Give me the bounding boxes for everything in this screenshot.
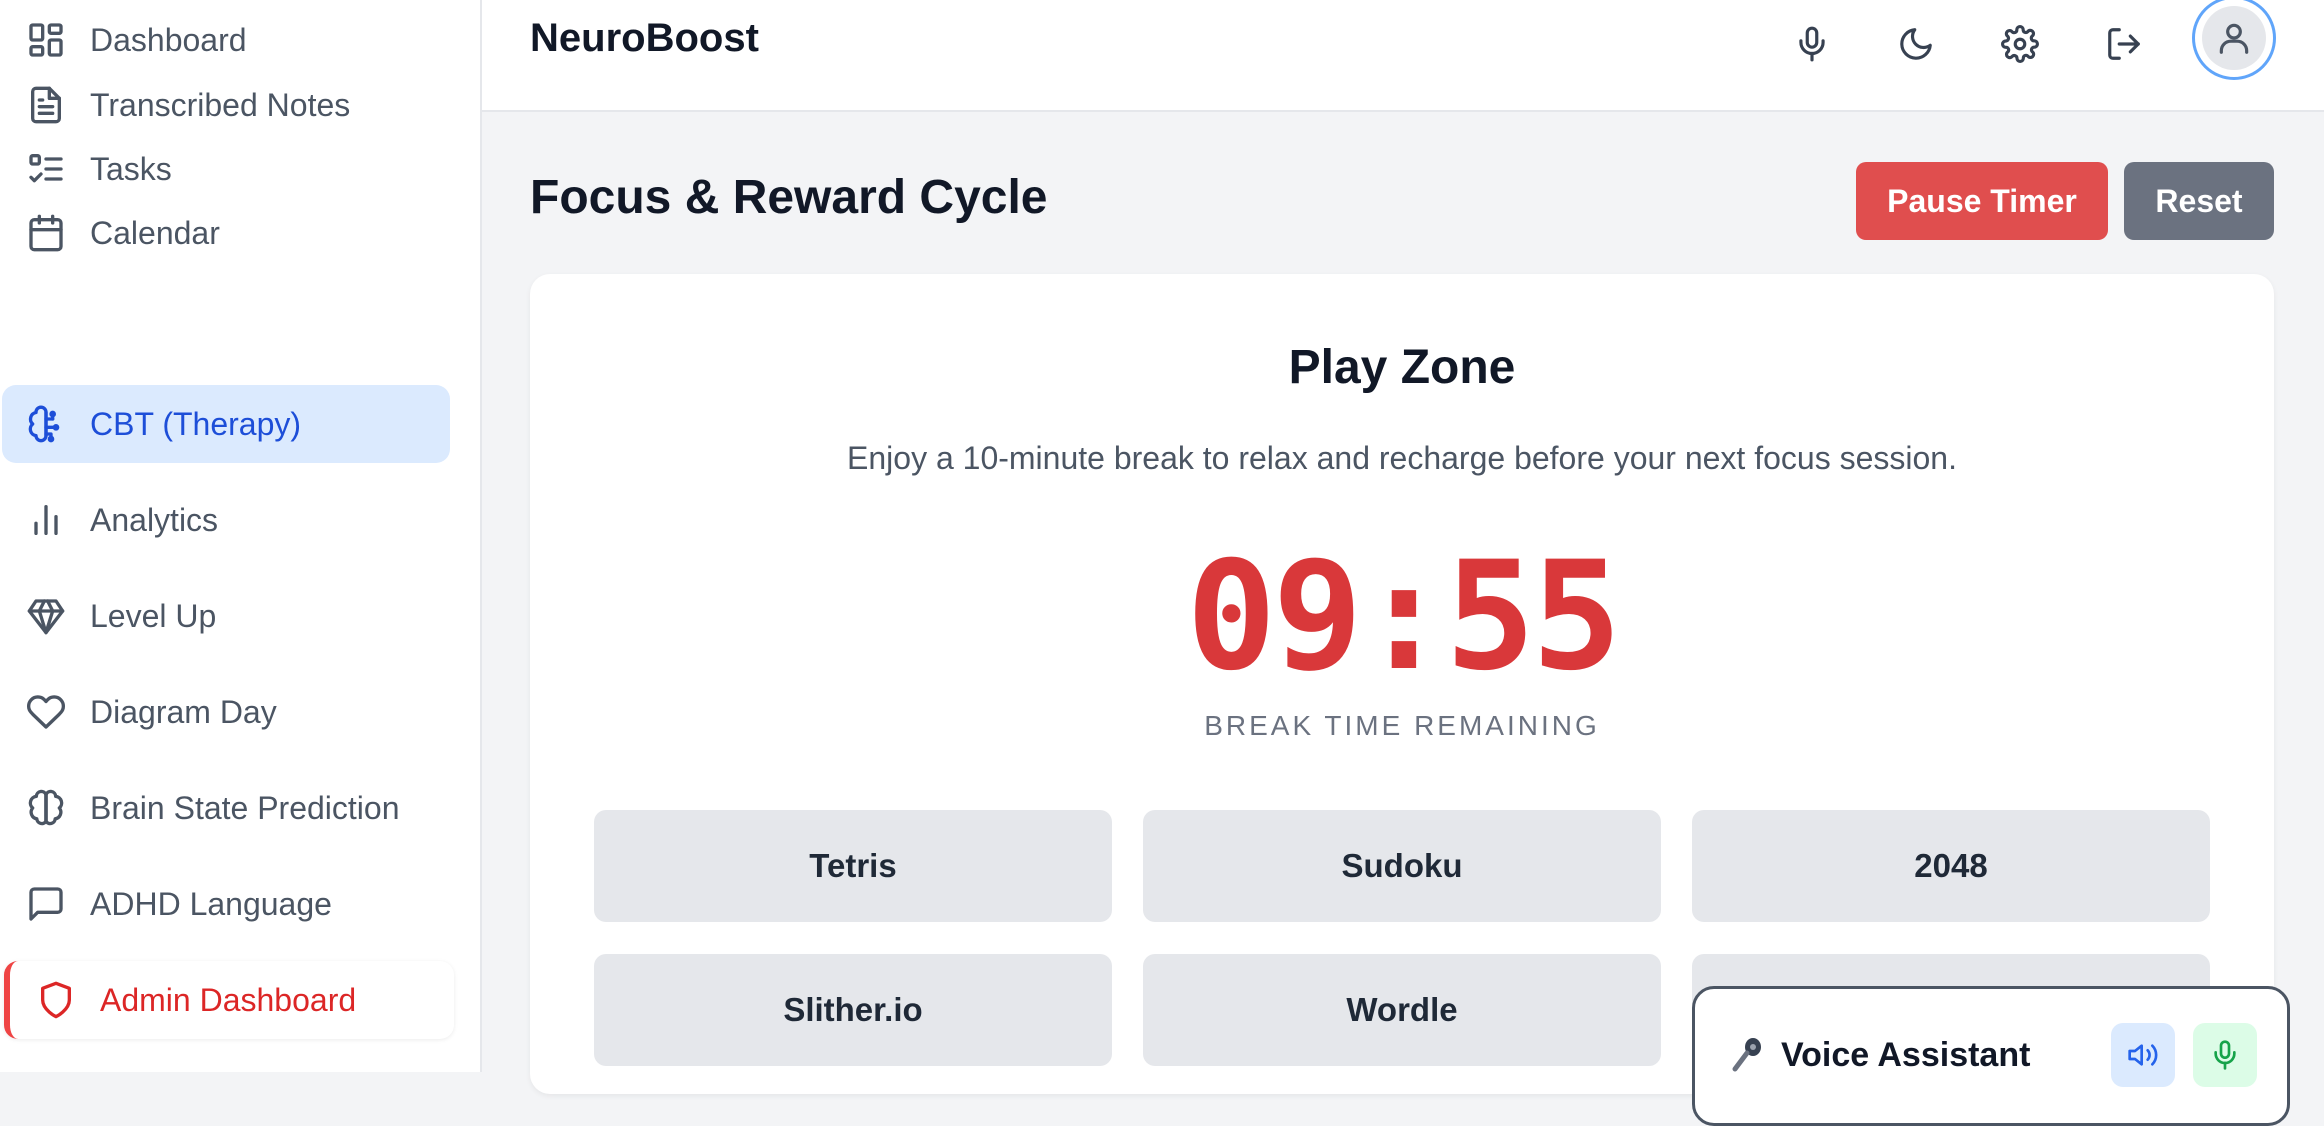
logout-icon: [2105, 25, 2143, 63]
avatar: [2202, 6, 2266, 70]
voice-assistant-title: Voice Assistant: [1781, 1035, 2031, 1074]
sidebar-item-calendar[interactable]: Calendar: [2, 194, 450, 272]
sidebar-item-level-up[interactable]: Level Up: [2, 577, 450, 655]
sidebar-item-label: Diagram Day: [90, 693, 277, 730]
break-timer: 09:55: [1186, 530, 1622, 704]
app-brand: NeuroBoost: [530, 16, 759, 60]
reset-button[interactable]: Reset: [2124, 162, 2274, 240]
microphone-button[interactable]: [1780, 12, 1844, 76]
voice-assistant-header: Voice Assistant: [1727, 1035, 2030, 1075]
brain-icon: [26, 788, 66, 828]
logout-button[interactable]: [2092, 12, 2156, 76]
top-header: NeuroBoost: [482, 0, 2324, 112]
sidebar-item-label: Level Up: [90, 597, 217, 634]
dashboard-icon: [26, 20, 66, 60]
heart-icon: [26, 692, 66, 732]
sidebar-item-label: Calendar: [90, 214, 220, 251]
checklist-icon: [26, 149, 66, 189]
sidebar-item-cbt-therapy[interactable]: CBT (Therapy): [2, 385, 450, 463]
speaker-toggle-button[interactable]: [2111, 1023, 2175, 1087]
voice-mic-button[interactable]: [2193, 1023, 2257, 1087]
document-icon: [26, 85, 66, 125]
moon-icon: [1897, 25, 1935, 63]
game-tile-wordle[interactable]: Wordle: [1143, 954, 1661, 1066]
sidebar-item-admin-dashboard[interactable]: Admin Dashboard: [4, 961, 454, 1039]
game-tile-tetris[interactable]: Tetris: [594, 810, 1112, 922]
sidebar-item-label: Analytics: [90, 501, 219, 538]
sidebar-item-analytics[interactable]: Analytics: [2, 481, 450, 559]
sidebar-item-label: Brain State Prediction: [90, 789, 400, 826]
brain-circuit-icon: [26, 404, 66, 444]
game-tile-slither[interactable]: Slither.io: [594, 954, 1112, 1066]
gem-icon: [26, 596, 66, 636]
shield-icon: [36, 980, 76, 1020]
microphone-icon: [2209, 1039, 2241, 1071]
sidebar-item-label: Transcribed Notes: [90, 86, 351, 123]
play-zone-card: Play Zone Enjoy a 10-minute break to rel…: [530, 274, 2274, 1094]
card-subtitle: Enjoy a 10-minute break to relax and rec…: [847, 440, 1957, 476]
sidebar-item-diagram-day[interactable]: Diagram Day: [2, 673, 450, 751]
game-tile-2048[interactable]: 2048: [1692, 810, 2210, 922]
gear-icon: [2001, 25, 2039, 63]
user-icon: [2215, 19, 2253, 57]
bar-chart-icon: [26, 500, 66, 540]
sidebar: Dashboard Transcribed Notes Tasks Calend…: [0, 0, 482, 1072]
message-icon: [26, 884, 66, 924]
speaker-icon: [2127, 1039, 2159, 1071]
sidebar-item-label: Admin Dashboard: [100, 981, 357, 1018]
game-tile-sudoku[interactable]: Sudoku: [1143, 810, 1661, 922]
timer-label: BREAK TIME REMAINING: [1204, 710, 1600, 741]
dark-mode-button[interactable]: [1884, 12, 1948, 76]
page-title: Focus & Reward Cycle: [530, 171, 1048, 224]
user-avatar-button[interactable]: [2192, 0, 2276, 80]
sidebar-item-adhd-language[interactable]: ADHD Language: [2, 865, 450, 943]
sidebar-item-label: Dashboard: [90, 21, 247, 58]
calendar-icon: [26, 213, 66, 253]
settings-button[interactable]: [1988, 12, 2052, 76]
sidebar-item-label: Tasks: [90, 150, 172, 187]
sidebar-item-label: CBT (Therapy): [90, 405, 302, 442]
microphone-icon: [1793, 25, 1831, 63]
sidebar-item-label: ADHD Language: [90, 885, 332, 922]
pause-timer-button[interactable]: Pause Timer: [1856, 162, 2108, 240]
sidebar-item-brain-state-prediction[interactable]: Brain State Prediction: [2, 769, 450, 847]
microphone-emoji-icon: [1727, 1035, 1781, 1075]
card-title: Play Zone: [1288, 341, 1516, 394]
voice-assistant-panel: Voice Assistant: [1692, 986, 2290, 1126]
